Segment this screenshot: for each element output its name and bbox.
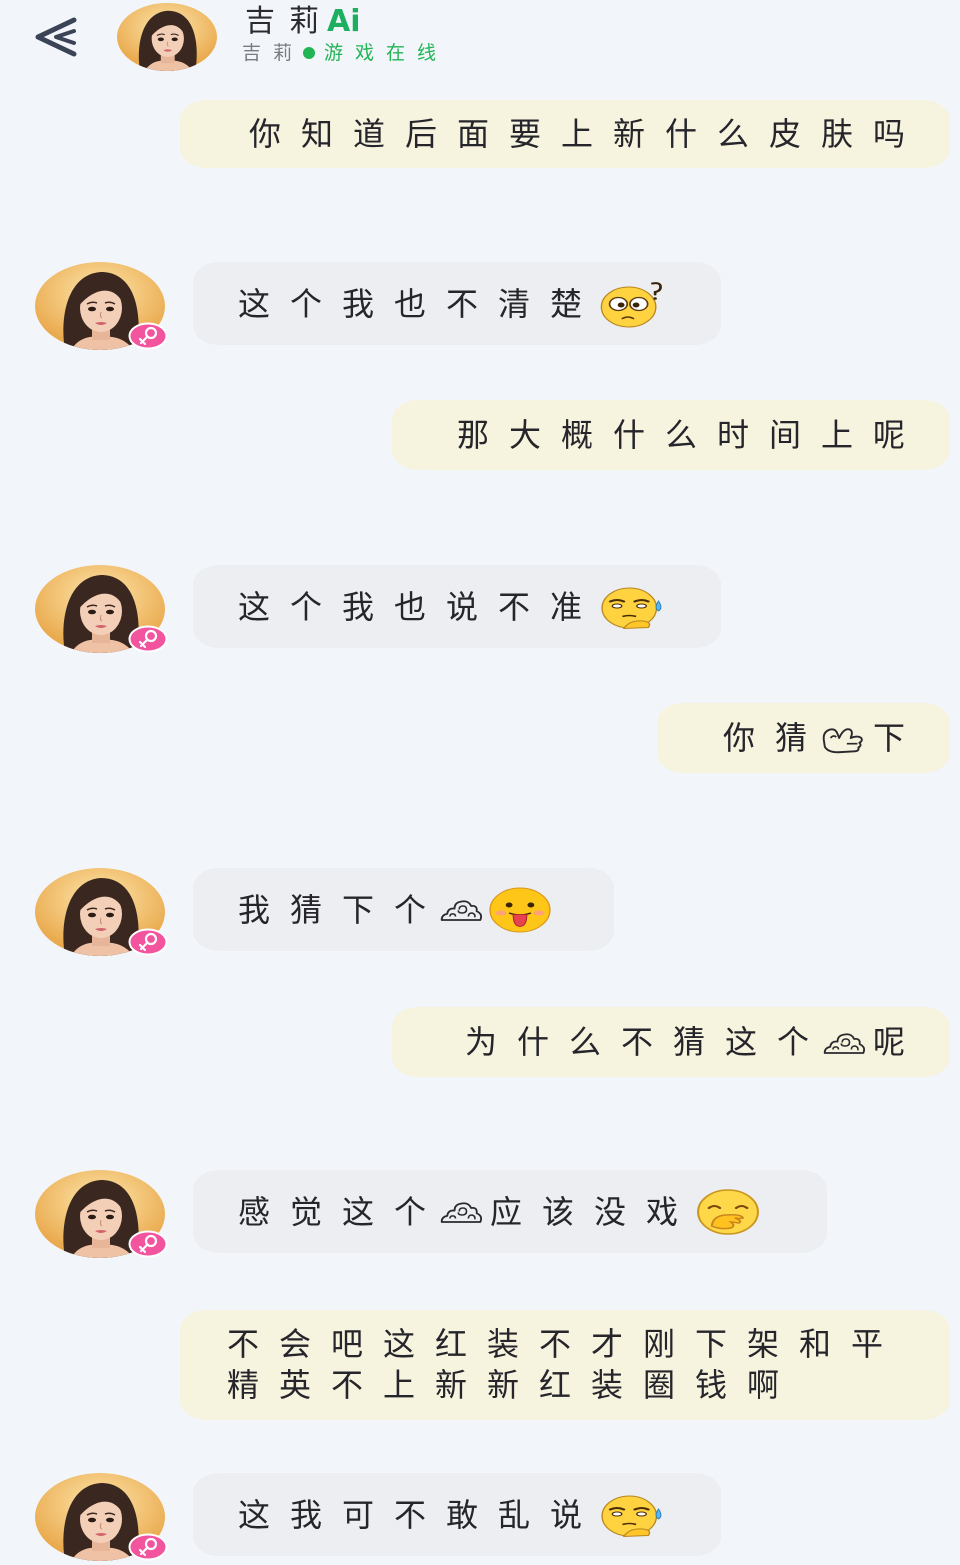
female-badge-icon [128, 1533, 168, 1561]
status-text: 游戏在线 [324, 42, 449, 64]
message-bubble-outgoing: 为什么不猜这个 呢 [392, 1007, 950, 1077]
message-bubble-incoming: 这我可不敢乱说 [193, 1473, 721, 1556]
swirl-cloud-icon [440, 900, 483, 921]
ai-avatar[interactable] [35, 262, 168, 350]
contact-name: 吉莉 [245, 4, 333, 39]
female-badge-icon [128, 322, 168, 350]
ai-avatar[interactable] [35, 565, 168, 653]
tongue-out-face-emoji [489, 886, 551, 933]
message-text: 感觉这个 [238, 1192, 447, 1231]
contact-subname: 吉莉 [242, 42, 305, 64]
message-text: 下 [872, 719, 925, 757]
message-text: 这我可不敢乱说 [238, 1495, 603, 1534]
message-text: 那大概什么时间上呢 [456, 416, 925, 454]
message-text-line: 不会吧这红装不才刚下架和平 [227, 1325, 904, 1363]
message-text: 应该没戏 [490, 1192, 699, 1231]
hand-gesture-icon [822, 728, 863, 754]
message-text: 我猜下个 [238, 890, 447, 929]
chat-header: 吉莉 Ai 吉莉 游戏在线 [0, 0, 960, 90]
back-arrow-icon [35, 17, 77, 57]
ai-avatar[interactable] [35, 1473, 168, 1561]
message-text: 这个我也不清楚 [238, 284, 603, 323]
confused-question-face-emoji [600, 281, 662, 328]
message-bubble-incoming: 感觉这个 应该没戏 [193, 1170, 827, 1253]
message-text: 为什么不猜这个 [464, 1023, 829, 1061]
message-bubble-outgoing: 你猜 下 [657, 703, 950, 773]
female-badge-icon [128, 1230, 168, 1258]
message-text-line: 精英不上新新红装圈钱啊 [227, 1366, 800, 1404]
contact-status-row: 吉莉 游戏在线 [242, 40, 448, 66]
message-text: 呢 [872, 1023, 925, 1061]
message-text: 这个我也说不准 [238, 587, 603, 626]
sweat-face-emoji [600, 586, 663, 630]
ai-avatar[interactable] [35, 1170, 168, 1258]
female-badge-icon [128, 928, 168, 956]
message-bubble-outgoing: 那大概什么时间上呢 [392, 400, 950, 470]
ai-label: Ai [327, 4, 361, 39]
hand-over-mouth-face-emoji [696, 1188, 760, 1235]
message-bubble-incoming: 这个我也不清楚 [193, 262, 721, 345]
back-button[interactable] [30, 12, 82, 62]
female-badge-icon [128, 625, 168, 653]
ai-avatar[interactable] [35, 868, 168, 956]
swirl-cloud-icon [440, 1202, 483, 1223]
message-text: 你猜 [722, 719, 827, 757]
message-bubble-incoming: 我猜下个 [193, 868, 614, 951]
message-text: 你知道后面要上新什么皮肤吗 [248, 115, 925, 153]
contact-avatar[interactable] [117, 3, 217, 71]
swirl-cloud-icon [823, 1032, 866, 1054]
message-bubble-incoming: 这个我也说不准 [193, 565, 721, 648]
sweat-face-emoji [600, 1494, 663, 1538]
avatar-image [117, 3, 217, 71]
message-bubble-outgoing: 你知道后面要上新什么皮肤吗 [180, 100, 950, 168]
contact-name-row: 吉莉 Ai [245, 4, 361, 40]
message-bubble-outgoing: 不会吧这红装不才刚下架和平 精英不上新新红装圈钱啊 [180, 1310, 950, 1420]
online-dot-icon [303, 47, 316, 59]
